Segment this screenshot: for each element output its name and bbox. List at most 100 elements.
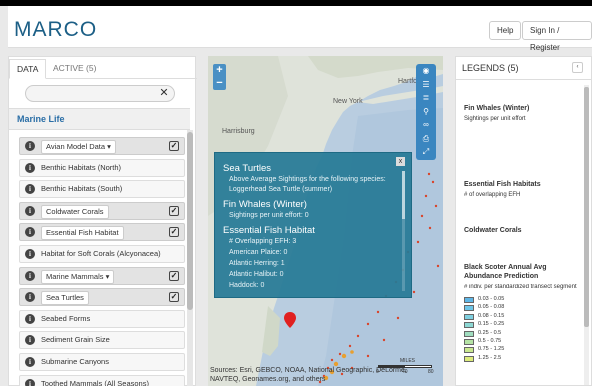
- info-icon[interactable]: i: [25, 249, 35, 259]
- layer-label: Submarine Canyons: [41, 357, 109, 366]
- layer-label: Marine Mammals ▾: [41, 269, 115, 284]
- popup-scrollbar[interactable]: [402, 171, 405, 291]
- legend-collapse-button[interactable]: ‹: [572, 62, 583, 73]
- legend-color-swatch: [464, 339, 474, 345]
- layer-item[interactable]: i Toothed Mammals (All Seasons): [19, 374, 185, 386]
- info-icon[interactable]: i: [25, 184, 35, 195]
- info-icon[interactable]: i: [25, 313, 35, 324]
- legend-efh-title: Essential Fish Habitats: [464, 181, 541, 188]
- layer-item[interactable]: i Submarine Canyons: [19, 353, 185, 371]
- place-label-new-york: New York: [333, 98, 363, 105]
- info-icon[interactable]: i: [25, 335, 35, 346]
- data-catalog-panel: DATA ACTIVE (5) ✕ Marine Life i Avian Mod…: [8, 56, 197, 386]
- print-icon[interactable]: ⎙: [416, 132, 436, 146]
- legend-icon[interactable]: ≣: [416, 91, 436, 105]
- tab-active[interactable]: ACTIVE (5): [46, 59, 103, 79]
- legend-color-swatch: [464, 347, 474, 354]
- section-marine-life[interactable]: Marine Life: [9, 108, 190, 130]
- layer-item[interactable]: i Benthic Habitats (South): [19, 180, 185, 199]
- layer-label: Benthic Habitats (North): [41, 162, 122, 172]
- layer-label: Toothed Mammals (All Seasons): [41, 378, 149, 386]
- layer-item[interactable]: i Coldwater Corals ✓: [19, 201, 185, 220]
- layer-label: Habitat for Soft Corals (Alcyonacea): [41, 249, 161, 258]
- help-button[interactable]: Help: [489, 21, 522, 40]
- legend-color-swatch: [464, 313, 474, 320]
- popup-close-button[interactable]: x: [396, 157, 405, 166]
- popup-fin-whales-title: Fin Whales (Winter): [223, 199, 307, 210]
- map-attribution: Sources: Esri, GEBCO, NOAA, National Geo…: [210, 367, 407, 383]
- layer-search-input[interactable]: ✕: [25, 85, 175, 102]
- popup-efh-line: Haddock: 0: [229, 282, 265, 289]
- layer-item[interactable]: i Seabed Forms: [19, 309, 185, 328]
- app-header: MARCO Help Sign In / Register: [8, 6, 592, 52]
- info-icon[interactable]: i: [25, 270, 35, 281]
- layer-label: Seabed Forms: [41, 313, 91, 323]
- layer-item[interactable]: i Avian Model Data ▾ ✓: [19, 137, 185, 155]
- info-icon[interactable]: i: [25, 227, 35, 238]
- marco-logo[interactable]: MARCO: [14, 18, 97, 42]
- info-icon[interactable]: i: [25, 205, 35, 216]
- popup-efh-line: Atlantic Herring: 1: [229, 260, 285, 267]
- legend-color-swatch: [464, 305, 474, 312]
- legend-class-label: 1.25 - 2.5: [478, 354, 502, 361]
- popup-efh-line: Atlantic Halibut: 0: [229, 271, 284, 278]
- fullscreen-icon[interactable]: ⤢: [416, 145, 436, 159]
- layer-checkbox[interactable]: ✓: [169, 205, 179, 216]
- basemap-globe-icon[interactable]: ◉: [416, 64, 436, 78]
- legend-class-label: 0.03 - 0.05: [478, 296, 505, 302]
- legend-class-label: 0.08 - 0.15: [478, 312, 505, 319]
- info-icon[interactable]: i: [25, 357, 35, 367]
- legend-class-label: 0.5 - 0.75: [478, 338, 502, 344]
- layer-checkbox[interactable]: ✓: [169, 227, 179, 238]
- layer-item[interactable]: i Sediment Grain Size: [19, 331, 185, 350]
- layer-item[interactable]: i Benthic Habitats (North): [19, 158, 185, 177]
- clear-search-icon[interactable]: ✕: [157, 87, 171, 100]
- info-icon[interactable]: i: [25, 378, 35, 386]
- legend-class-label: 0.05 - 0.08: [478, 304, 505, 311]
- legend-panel: LEGENDS (5) ‹ Fin Whales (Winter) Sighti…: [455, 56, 592, 386]
- layer-item[interactable]: i Marine Mammals ▾ ✓: [19, 266, 185, 285]
- layer-label: Sediment Grain Size: [41, 335, 110, 345]
- legend-color-swatch: [464, 330, 474, 337]
- popup-sea-turtles-line2: Loggerhead Sea Turtle (summer): [229, 186, 333, 193]
- popup-efh-title: Essential Fish Habitat: [223, 225, 315, 236]
- legend-fin-whales-subtitle: Sightings per unit effort: [464, 116, 526, 122]
- layer-item[interactable]: i Sea Turtles ✓: [19, 288, 185, 307]
- link-icon[interactable]: ∞: [416, 118, 436, 132]
- map-view[interactable]: New York Hartford Harrisburg + − ◉ ☰ ≣ ⚲…: [208, 56, 443, 386]
- map-toolbar: ◉ ☰ ≣ ⚲ ∞ ⎙ ⤢: [416, 64, 436, 160]
- legend-black-scoter-title: Black Scoter Annual Avg Abundance Predic…: [464, 264, 547, 280]
- layer-item[interactable]: i Habitat for Soft Corals (Alcyonacea): [19, 245, 185, 263]
- layer-list-scrollbar[interactable]: [187, 130, 193, 386]
- legend-coldwater-corals-title: Coldwater Corals: [464, 227, 522, 234]
- place-marker-icon[interactable]: ⚲: [416, 105, 436, 119]
- layer-checkbox[interactable]: ✓: [169, 270, 179, 281]
- legend-fin-whales-title: Fin Whales (Winter): [464, 105, 530, 112]
- layer-checkbox[interactable]: ✓: [169, 292, 179, 303]
- layer-item[interactable]: i Essential Fish Habitat ✓: [19, 223, 185, 242]
- legend-class-label: 0.15 - 0.25: [478, 321, 505, 328]
- feature-info-popup: x Sea Turtles Above Average Sightings fo…: [214, 152, 412, 298]
- scale-tick: 80: [428, 369, 434, 375]
- zoom-out-button[interactable]: −: [213, 77, 226, 90]
- place-label-harrisburg: Harrisburg: [222, 128, 255, 135]
- tab-data[interactable]: DATA: [9, 59, 47, 79]
- legend-black-scoter-subtitle: # indiv. per standardized transect segme…: [464, 284, 577, 290]
- popup-sea-turtles-title: Sea Turtles: [223, 163, 272, 174]
- info-icon[interactable]: i: [25, 292, 35, 303]
- legend-class-label: 0.25 - 0.5: [478, 329, 502, 336]
- panel-tabs: DATA ACTIVE (5): [9, 57, 197, 79]
- layer-checkbox[interactable]: ✓: [169, 141, 179, 151]
- layer-label: Coldwater Corals: [41, 204, 109, 219]
- layers-list-icon[interactable]: ☰: [416, 78, 436, 92]
- layer-label: Avian Model Data ▾: [41, 140, 116, 154]
- zoom-control: + −: [213, 64, 226, 90]
- popup-sea-turtles-line1: Above Average Sightings for the followin…: [229, 176, 386, 183]
- info-icon[interactable]: i: [25, 141, 35, 151]
- legend-color-swatch: [464, 355, 474, 362]
- legend-scrollbar[interactable]: [584, 85, 589, 385]
- info-icon[interactable]: i: [25, 162, 35, 173]
- sign-in-register-button[interactable]: Sign In / Register: [522, 21, 592, 52]
- legend-class-label: 0.75 - 1.25: [478, 346, 505, 353]
- zoom-in-button[interactable]: +: [213, 64, 226, 77]
